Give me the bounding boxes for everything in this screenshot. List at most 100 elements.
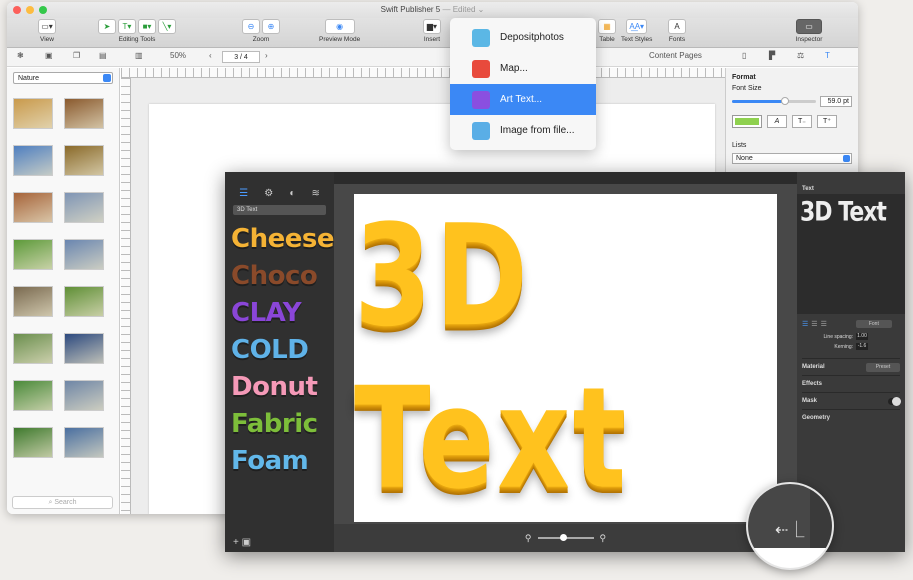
- insert-menu-item[interactable]: Depositphotos: [450, 22, 596, 53]
- photo-thumbnail[interactable]: [13, 286, 53, 317]
- arrange-inspector-icon[interactable]: ⚖: [797, 51, 804, 60]
- previous-page-icon[interactable]: ‹: [209, 51, 212, 60]
- photo-thumbnail[interactable]: [64, 427, 104, 458]
- photo-thumbnail[interactable]: [64, 98, 104, 129]
- photo-thumbnail[interactable]: [13, 145, 53, 176]
- zoom-slider-knob[interactable]: [559, 534, 567, 541]
- layout-inspector-icon[interactable]: ▛: [769, 51, 775, 60]
- table-button[interactable]: ▦: [598, 19, 616, 34]
- photo-thumbnail[interactable]: [13, 192, 53, 223]
- insert-menu-item[interactable]: Image from file...: [450, 115, 596, 146]
- line-spacing-field[interactable]: 1.00: [856, 333, 868, 340]
- zoom-in-icon[interactable]: ⚲: [600, 533, 607, 544]
- font-size-slider[interactable]: [732, 97, 816, 105]
- photo-thumbnail[interactable]: [13, 333, 53, 364]
- templates-icon[interactable]: ▤: [99, 51, 107, 60]
- material-section[interactable]: Material Preset: [802, 358, 900, 375]
- close-window-button[interactable]: [13, 6, 21, 14]
- insert-group: ▆▾ Insert: [422, 19, 442, 43]
- geometry-section[interactable]: Geometry: [802, 409, 900, 426]
- preset-button[interactable]: Preset: [866, 362, 900, 372]
- effects-section[interactable]: Effects: [802, 375, 900, 392]
- document-inspector-icon[interactable]: ▯: [742, 51, 746, 60]
- next-page-icon[interactable]: ›: [265, 51, 268, 60]
- art-text-object[interactable]: 3D Text: [354, 196, 777, 521]
- style-preset-item[interactable]: COLD: [231, 332, 334, 369]
- font-size-field[interactable]: 59.0 pt: [820, 96, 852, 107]
- zoom-in-button[interactable]: ⊕: [262, 19, 280, 34]
- style-preset-item[interactable]: Fabric: [231, 406, 334, 443]
- add-icon[interactable]: + ▣: [233, 537, 251, 548]
- zoom-slider[interactable]: [537, 534, 594, 541]
- style-preset-item[interactable]: Choco: [231, 258, 334, 295]
- style-preset-item[interactable]: CLAY: [231, 295, 334, 332]
- mask-toggle[interactable]: [888, 396, 901, 406]
- kerning-field[interactable]: -1.6: [856, 343, 868, 350]
- clipart-icon[interactable]: ❐: [73, 51, 80, 60]
- format-buttons-row: A T₋ T⁺: [732, 115, 852, 128]
- minimize-window-button[interactable]: [26, 6, 34, 14]
- font-size-slider-knob[interactable]: [780, 97, 789, 105]
- zoom-out-icon[interactable]: ⚲: [525, 533, 532, 544]
- window-title: Swift Publisher 5: [380, 5, 441, 14]
- superscript-button[interactable]: T⁺: [817, 115, 837, 128]
- images-icon[interactable]: ▣: [45, 51, 53, 60]
- style-list: Cheese Choco CLAY COLD Donut Fabric Foam: [225, 221, 334, 480]
- view-button[interactable]: ▭▾: [38, 19, 56, 34]
- inspector-button[interactable]: ▭: [796, 19, 822, 34]
- arrow-cursor-icon: ➤: [103, 22, 111, 31]
- layers-icon[interactable]: ≋: [312, 188, 320, 199]
- style-preset-item[interactable]: Cheese: [231, 221, 334, 258]
- shape-tool-button[interactable]: ■▾: [138, 19, 156, 34]
- photo-thumbnail[interactable]: [64, 286, 104, 317]
- style-category-select[interactable]: 3D Text: [233, 205, 326, 215]
- content-pages-select[interactable]: Content Pages: [649, 51, 702, 60]
- subscript-button[interactable]: T₋: [792, 115, 812, 128]
- edited-indicator[interactable]: — Edited ⌄: [442, 5, 484, 14]
- italic-button[interactable]: A: [767, 115, 787, 128]
- text-preview[interactable]: 3D Text: [797, 194, 905, 314]
- shapes-icon[interactable]: ◐: [289, 188, 295, 199]
- material-label: Material: [802, 364, 825, 370]
- style-preset-item[interactable]: Donut: [231, 369, 334, 406]
- insert-menu-item[interactable]: Map...: [450, 53, 596, 84]
- text-styles-button[interactable]: A͟A▾: [626, 19, 648, 34]
- fonts-button[interactable]: A: [668, 19, 686, 34]
- page-number-field[interactable]: 3 / 4: [222, 51, 260, 63]
- photo-thumbnail[interactable]: [64, 333, 104, 364]
- align-left-icon[interactable]: ☰: [802, 320, 808, 328]
- text-color-well[interactable]: [732, 115, 762, 128]
- insert-into-document-icon[interactable]: ⇠⎿: [775, 516, 804, 540]
- photo-thumbnail[interactable]: [64, 145, 104, 176]
- align-center-icon[interactable]: ☰: [811, 320, 817, 328]
- zoom-out-button[interactable]: ⊖: [242, 19, 260, 34]
- photo-thumbnail[interactable]: [13, 239, 53, 270]
- select-tool-button[interactable]: ➤: [98, 19, 116, 34]
- category-select[interactable]: Nature: [13, 72, 113, 84]
- line-tool-button[interactable]: ╲▾: [158, 19, 176, 34]
- text-inspector-icon[interactable]: T: [825, 51, 830, 60]
- font-size-label: Font Size: [732, 85, 762, 92]
- zoom-window-button[interactable]: [39, 6, 47, 14]
- page-layout-icon[interactable]: ▥: [135, 51, 143, 60]
- photo-thumbnail[interactable]: [13, 98, 53, 129]
- gear-icon[interactable]: ⚙: [264, 188, 273, 199]
- art-text-page[interactable]: 3D Text: [354, 194, 777, 522]
- text-list-icon[interactable]: ☰: [239, 188, 248, 199]
- search-input[interactable]: ⌕ Search: [12, 496, 113, 509]
- align-right-icon[interactable]: ☰: [821, 320, 827, 328]
- font-button[interactable]: Font: [855, 320, 892, 328]
- photo-thumbnail[interactable]: [64, 380, 104, 411]
- photo-thumbnail[interactable]: [13, 427, 53, 458]
- photo-thumbnail[interactable]: [64, 239, 104, 270]
- lists-select[interactable]: None: [732, 153, 852, 164]
- insert-button[interactable]: ▆▾: [423, 19, 441, 34]
- text-tool-button[interactable]: T▾: [118, 19, 136, 34]
- insert-menu-item[interactable]: Art Text...: [450, 84, 596, 115]
- zoom-select[interactable]: 50%: [170, 51, 186, 60]
- photo-thumbnail[interactable]: [64, 192, 104, 223]
- preview-mode-button[interactable]: ◉: [324, 19, 355, 34]
- photo-thumbnail[interactable]: [13, 380, 53, 411]
- library-icon[interactable]: ❃: [17, 51, 24, 60]
- style-preset-item[interactable]: Foam: [231, 443, 334, 480]
